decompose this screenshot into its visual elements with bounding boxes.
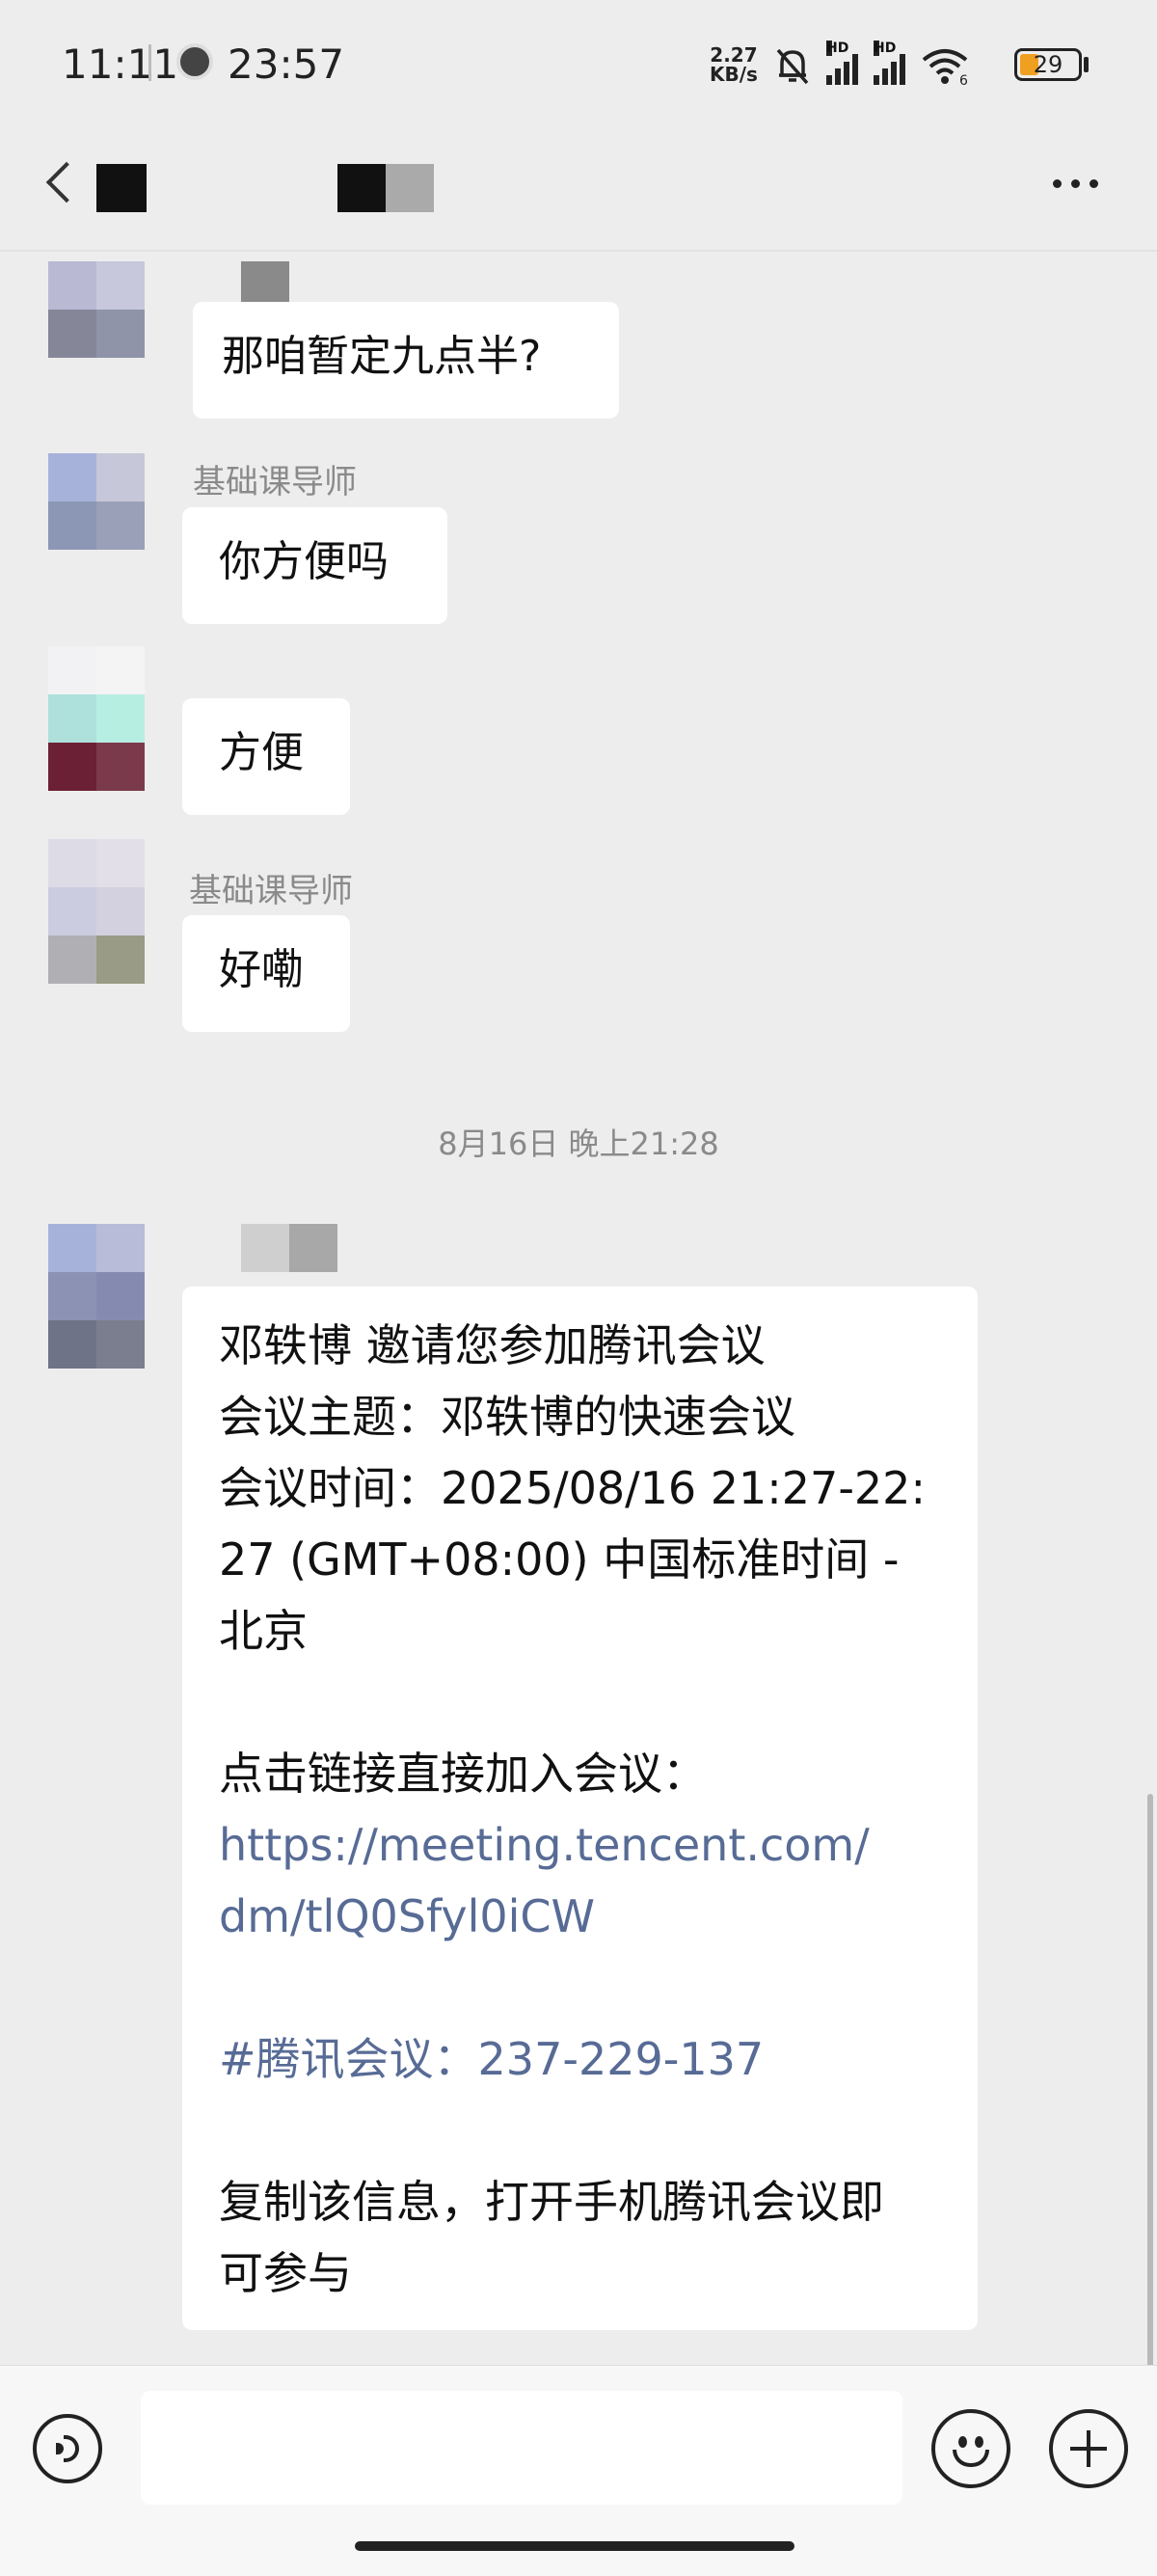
meeting-link-part-2: dm/tlQ0Sfyl0iCW bbox=[219, 1890, 596, 1942]
network-speed-unit: KB/s bbox=[710, 63, 758, 86]
alarm-clock-icon bbox=[176, 43, 213, 80]
voice-input-button[interactable] bbox=[33, 2414, 102, 2483]
avatar[interactable] bbox=[48, 261, 145, 358]
message-text: 那咱暂定九点半? bbox=[222, 332, 542, 381]
more-options-button[interactable] bbox=[1041, 164, 1109, 203]
wifi-6-label: 6 bbox=[959, 73, 968, 85]
meeting-topic-line: 会议主题：邓轶博的快速会议 bbox=[219, 1391, 795, 1443]
avatar[interactable] bbox=[48, 1224, 145, 1369]
meeting-inviter-line: 邓轶博 邀请您参加腾讯会议 bbox=[219, 1319, 766, 1371]
signal-hd-label: HD bbox=[826, 41, 849, 56]
avatar[interactable] bbox=[48, 453, 145, 550]
meeting-link[interactable]: https://meeting.tencent.com/dm/tlQ0Sfyl0… bbox=[219, 1809, 941, 1952]
sender-name-redacted bbox=[241, 1224, 337, 1272]
meeting-join-instruction: 点击链接直接加入会议： bbox=[219, 1748, 707, 1800]
signal-2-hd-label: HD bbox=[874, 41, 897, 56]
battery-percent: 29 bbox=[1033, 51, 1063, 78]
scrollbar[interactable] bbox=[1147, 1794, 1153, 2373]
meeting-invite-bubble[interactable]: 邓轶博 邀请您参加腾讯会议 会议主题：邓轶博的快速会议会议时间：2025/08/1… bbox=[182, 1287, 978, 2330]
chat-header bbox=[0, 135, 1157, 251]
meeting-time-line-2: 27 (GMT+08:00) 中国标准时间 - bbox=[219, 1533, 900, 1586]
message-text: 好嘞 bbox=[219, 945, 304, 994]
cellular-signal-2-icon: HD bbox=[874, 41, 905, 85]
more-actions-button[interactable] bbox=[1049, 2409, 1128, 2488]
meeting-time-line-3: 北京 bbox=[219, 1605, 308, 1657]
network-speed: 2.27 KB/s bbox=[710, 45, 758, 84]
battery-icon: 29 bbox=[1014, 48, 1082, 81]
chat-messages[interactable]: 那咱暂定九点半? 基础课导师 你方便吗 方便 基础课导师 好嘞 8月16日 晚上… bbox=[0, 252, 1157, 2364]
avatar[interactable] bbox=[48, 839, 145, 984]
message-bubble[interactable]: 好嘞 bbox=[182, 915, 350, 1032]
message-bubble[interactable]: 你方便吗 bbox=[182, 507, 447, 624]
chat-title-redacted-2 bbox=[337, 164, 434, 212]
avatar[interactable] bbox=[48, 646, 145, 791]
message-bubble[interactable]: 方便 bbox=[182, 698, 350, 815]
sender-name: 基础课导师 bbox=[193, 463, 357, 502]
status-clock-time: 23:57 bbox=[228, 41, 345, 88]
chevron-left-icon bbox=[45, 161, 88, 203]
emoji-icon bbox=[958, 2436, 967, 2448]
status-separator bbox=[148, 44, 151, 81]
sender-name: 基础课导师 bbox=[189, 872, 353, 910]
mute-bell-icon bbox=[776, 48, 809, 85]
meeting-copy-instruction-2: 可参与 bbox=[219, 2247, 352, 2299]
voice-icon bbox=[56, 2443, 64, 2454]
status-time: 11:11 bbox=[62, 41, 179, 88]
message-text: 方便 bbox=[219, 728, 304, 777]
network-speed-value: 2.27 bbox=[710, 43, 758, 67]
status-bar: 11:11 23:57 2.27 KB/s HD HD 6 29 bbox=[0, 0, 1157, 135]
message-bubble[interactable]: 那咱暂定九点半? bbox=[193, 302, 619, 419]
cellular-signal-icon: HD bbox=[826, 41, 858, 85]
chat-title-redacted bbox=[96, 164, 147, 212]
back-button[interactable] bbox=[39, 154, 88, 208]
message-text: 你方便吗 bbox=[219, 537, 389, 586]
home-indicator[interactable] bbox=[355, 2541, 794, 2551]
battery-tip bbox=[1084, 57, 1089, 72]
status-icons: HD HD 6 bbox=[774, 41, 969, 85]
message-input[interactable] bbox=[141, 2391, 902, 2505]
emoji-button[interactable] bbox=[931, 2409, 1010, 2488]
meeting-time-line: 会议时间：2025/08/16 21:27-22: bbox=[219, 1462, 926, 1514]
wifi-icon: 6 bbox=[922, 49, 968, 85]
meeting-id-hashtag[interactable]: #腾讯会议：237-229-137 bbox=[219, 2023, 941, 2095]
meeting-link-part-1: https://meeting.tencent.com/ bbox=[219, 1819, 870, 1871]
meeting-invite-text: 邓轶博 邀请您参加腾讯会议 会议主题：邓轶博的快速会议会议时间：2025/08/1… bbox=[219, 1310, 941, 2309]
meeting-copy-instruction: 复制该信息，打开手机腾讯会议即 bbox=[219, 2176, 884, 2228]
message-timestamp: 8月16日 晚上21:28 bbox=[438, 1125, 719, 1162]
